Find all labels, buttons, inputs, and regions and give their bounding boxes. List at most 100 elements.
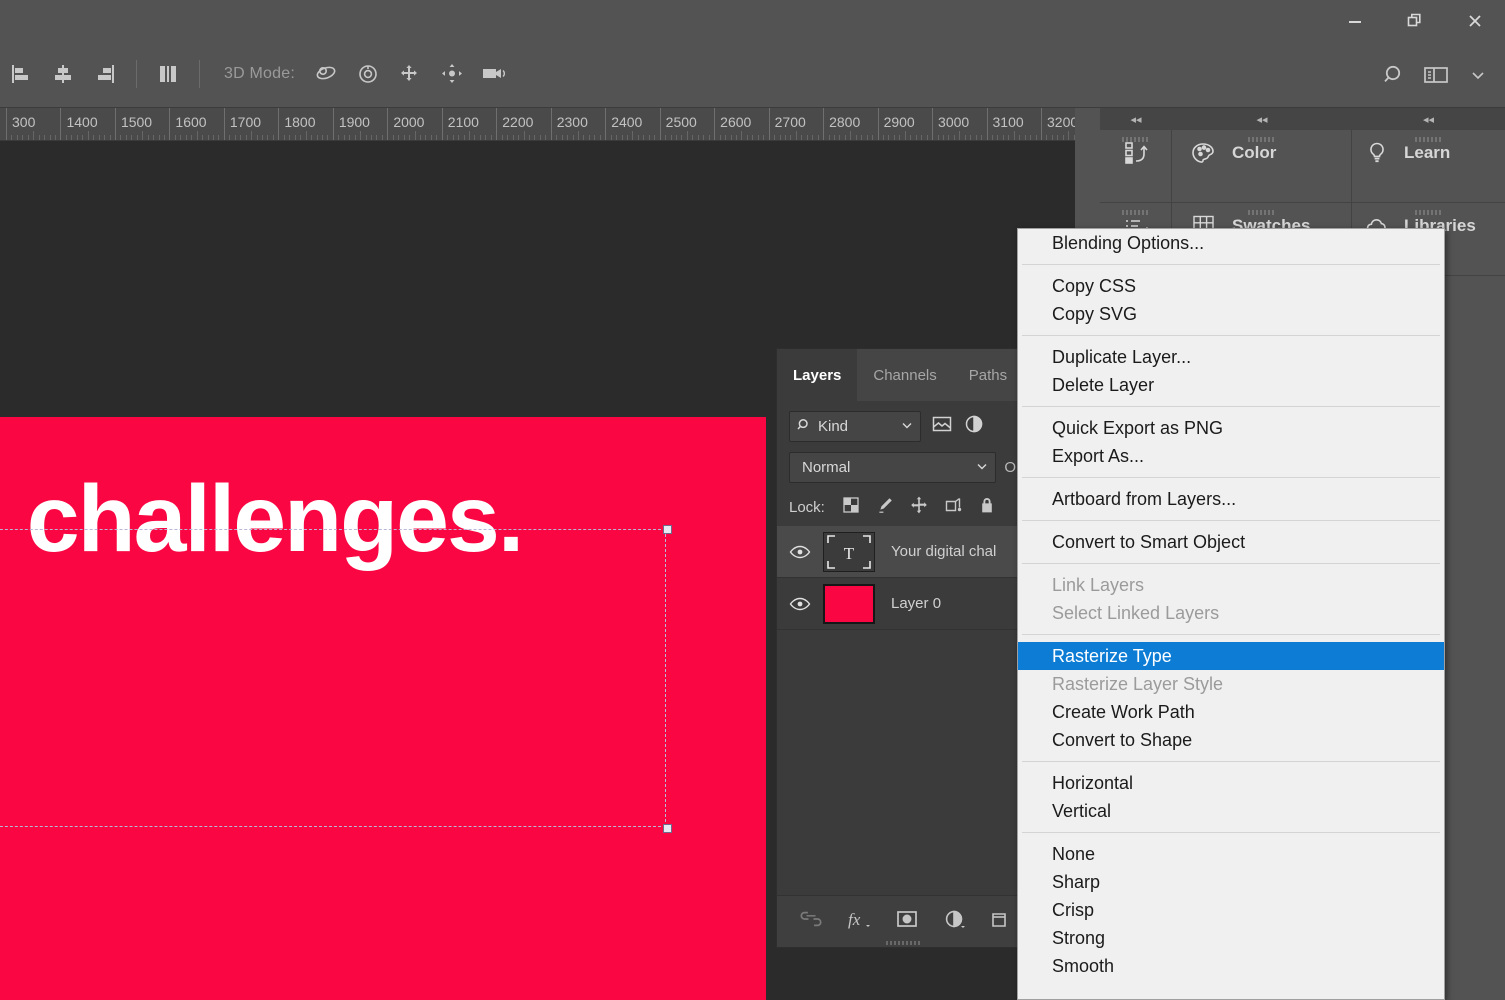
lock-image-pixels-icon[interactable] bbox=[875, 495, 895, 520]
new-group-icon[interactable] bbox=[990, 908, 1008, 935]
menu-item-none[interactable]: None bbox=[1018, 840, 1444, 868]
layer-context-menu[interactable]: Blending Options... Copy CSS Copy SVG Dupli… bbox=[1017, 228, 1445, 1000]
slide-3d-icon[interactable] bbox=[431, 52, 473, 96]
align-horizontal-centers-icon[interactable] bbox=[42, 52, 84, 96]
transform-handle-top-right[interactable] bbox=[663, 525, 672, 534]
panel-grip[interactable] bbox=[1247, 137, 1276, 142]
ruler-minor-tick bbox=[11, 135, 13, 140]
blend-mode-select[interactable]: Normal bbox=[789, 452, 997, 483]
pixel-filter-icon[interactable] bbox=[931, 413, 953, 440]
learn-panel-tab[interactable]: Learn bbox=[1352, 130, 1505, 203]
tab-paths[interactable]: Paths bbox=[953, 349, 1023, 401]
chevron-down-icon[interactable] bbox=[900, 418, 914, 436]
menu-item-rasterize-type[interactable]: Rasterize Type bbox=[1018, 642, 1444, 670]
ruler-minor-tick bbox=[469, 131, 471, 140]
panel-grip[interactable] bbox=[1247, 210, 1276, 215]
orbit-3d-icon[interactable] bbox=[305, 52, 347, 96]
menu-item-duplicate-layer[interactable]: Duplicate Layer... bbox=[1018, 343, 1444, 371]
panel-grip[interactable] bbox=[1414, 210, 1443, 215]
chevron-down-icon[interactable] bbox=[1457, 53, 1499, 97]
ruler-label: 1900 bbox=[338, 114, 370, 130]
ruler-tick bbox=[387, 108, 389, 140]
ruler-label: 1700 bbox=[229, 114, 262, 130]
menu-item-convert-to-smart-object[interactable]: Convert to Smart Object bbox=[1018, 528, 1444, 556]
menu-item-convert-to-shape[interactable]: Convert to Shape bbox=[1018, 726, 1444, 754]
horizontal-ruler: 300 1400 1500 1600 1700 1800 1900 2000 2100 2200 2… bbox=[0, 108, 1075, 141]
ruler-minor-tick bbox=[321, 135, 323, 140]
pan-3d-icon[interactable] bbox=[389, 52, 431, 96]
ruler-label: 2400 bbox=[611, 114, 643, 130]
menu-item-sharp[interactable]: Sharp bbox=[1018, 868, 1444, 896]
menu-item-copy-svg[interactable]: Copy SVG bbox=[1018, 300, 1444, 328]
ruler-tick bbox=[169, 108, 171, 140]
align-right-edges-icon[interactable] bbox=[84, 52, 126, 96]
ruler-label: 1400 bbox=[66, 114, 98, 130]
options-bar-right bbox=[1373, 41, 1499, 108]
chevron-down-icon[interactable] bbox=[975, 459, 989, 477]
layer-row-text[interactable]: T Your digital chal bbox=[777, 526, 1028, 578]
layer-thumbnail-solid[interactable] bbox=[823, 583, 875, 624]
ruler-label: 2500 bbox=[665, 114, 697, 130]
menu-item-horizontal[interactable]: Horizontal bbox=[1018, 769, 1444, 797]
roll-3d-icon[interactable] bbox=[347, 52, 389, 96]
ruler-minor-tick bbox=[447, 135, 449, 140]
ruler-minor-tick bbox=[234, 135, 236, 140]
ruler-minor-tick bbox=[354, 135, 356, 140]
menu-item-artboard-from-layers[interactable]: Artboard from Layers... bbox=[1018, 485, 1444, 513]
layer-row-background[interactable]: Layer 0 bbox=[777, 578, 1028, 630]
menu-item-quick-export-as-png[interactable]: Quick Export as PNG bbox=[1018, 414, 1444, 442]
ruler-minor-tick bbox=[893, 135, 895, 140]
menu-item-delete-layer[interactable]: Delete Layer bbox=[1018, 371, 1444, 399]
minimize-button[interactable] bbox=[1325, 0, 1385, 41]
layer-visibility-toggle[interactable] bbox=[777, 595, 823, 613]
lock-all-icon[interactable] bbox=[977, 495, 997, 520]
tab-layers[interactable]: Layers bbox=[777, 349, 858, 401]
transform-handle-bottom-right[interactable] bbox=[663, 824, 672, 833]
new-adjustment-layer-icon[interactable] bbox=[942, 908, 968, 935]
panel-resize-handle[interactable] bbox=[885, 941, 920, 945]
add-layer-mask-icon[interactable] bbox=[894, 908, 920, 935]
menu-item-crisp[interactable]: Crisp bbox=[1018, 896, 1444, 924]
menu-item-vertical[interactable]: Vertical bbox=[1018, 797, 1444, 825]
ruler-minor-tick bbox=[795, 131, 797, 140]
ruler-minor-tick bbox=[528, 135, 530, 140]
menu-item-copy-css[interactable]: Copy CSS bbox=[1018, 272, 1444, 300]
close-button[interactable] bbox=[1445, 0, 1505, 41]
layers-panel: Layers Channels Paths Kind Normal O Lock… bbox=[776, 348, 1029, 948]
link-layers-icon[interactable] bbox=[798, 909, 824, 934]
panel-grip[interactable] bbox=[1121, 137, 1150, 142]
align-left-edges-icon[interactable] bbox=[0, 52, 42, 96]
menu-item-strong[interactable]: Strong bbox=[1018, 924, 1444, 952]
transform-selection-box[interactable] bbox=[0, 525, 672, 833]
collapse-panels-button-3[interactable]: ◂◂ bbox=[1352, 108, 1505, 130]
lock-position-icon[interactable] bbox=[909, 495, 929, 520]
collapse-panels-button-2[interactable]: ◂◂ bbox=[1172, 108, 1352, 130]
layer-thumbnail-text[interactable]: T bbox=[823, 531, 875, 572]
color-panel-tab[interactable]: Color bbox=[1172, 130, 1352, 203]
panel-grip[interactable] bbox=[1414, 137, 1443, 142]
layer-name-text[interactable]: Your digital chal bbox=[891, 543, 996, 560]
adjustment-filter-icon[interactable] bbox=[963, 413, 985, 440]
lock-transparent-pixels-icon[interactable] bbox=[841, 495, 861, 520]
ruler-minor-tick bbox=[120, 135, 122, 140]
layer-filter-kind-select[interactable]: Kind bbox=[789, 411, 921, 442]
menu-item-create-work-path[interactable]: Create Work Path bbox=[1018, 698, 1444, 726]
workspace-switcher-icon[interactable] bbox=[1415, 53, 1457, 97]
panel-grip[interactable] bbox=[1121, 210, 1150, 215]
menu-item-blending-options[interactable]: Blending Options... bbox=[1018, 229, 1444, 257]
layer-visibility-toggle[interactable] bbox=[777, 543, 823, 561]
menu-item-export-as[interactable]: Export As... bbox=[1018, 442, 1444, 470]
layer-name-background[interactable]: Layer 0 bbox=[891, 595, 941, 612]
tab-channels[interactable]: Channels bbox=[857, 349, 952, 401]
layer-style-fx-icon[interactable]: fx bbox=[846, 908, 872, 935]
collapse-panels-button-1[interactable]: ◂◂ bbox=[1100, 108, 1172, 130]
lock-artboard-nesting-icon[interactable] bbox=[943, 495, 963, 520]
distribute-horizontally-icon[interactable] bbox=[147, 52, 189, 96]
ruler-minor-tick bbox=[262, 135, 264, 140]
menu-item-smooth[interactable]: Smooth bbox=[1018, 952, 1444, 980]
ruler-minor-tick bbox=[256, 135, 258, 140]
history-panel-tab[interactable] bbox=[1100, 130, 1172, 203]
restore-button[interactable] bbox=[1385, 0, 1445, 41]
search-icon[interactable] bbox=[1373, 53, 1415, 97]
camera-3d-icon[interactable] bbox=[473, 52, 515, 96]
